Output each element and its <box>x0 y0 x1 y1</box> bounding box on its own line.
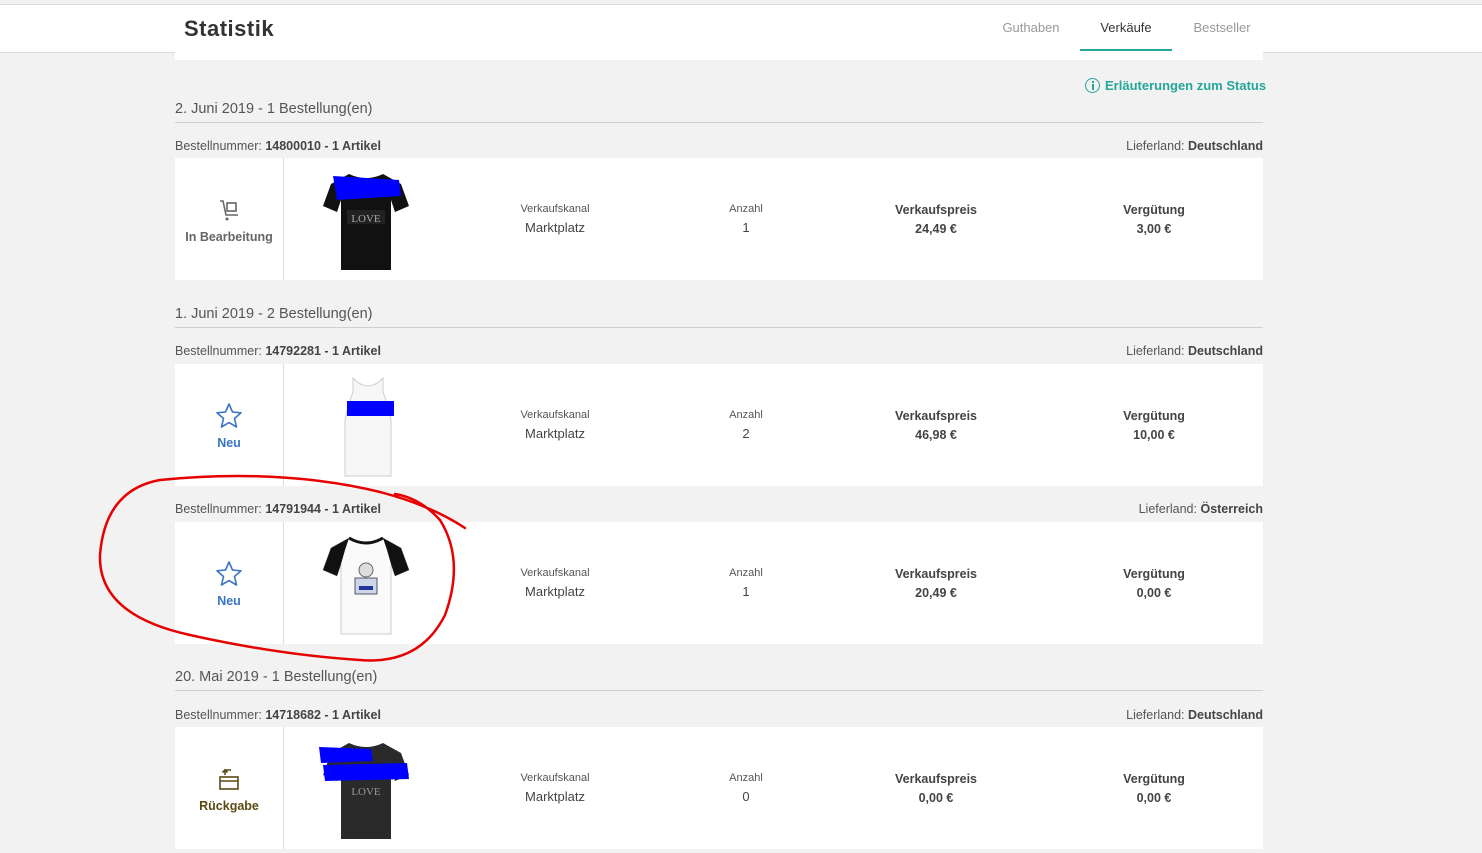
date-heading: 20. Mai 2019 - 1 Bestellung(en) <box>175 669 1263 691</box>
order-meta: Bestellnummer: 14791944 - 1 Artikel Lief… <box>175 502 1263 516</box>
delivery-country: Lieferland: Deutschland <box>1126 344 1263 358</box>
order-card[interactable]: Rückgabe LOVE Verkaufskanal Marktplatz A… <box>175 727 1263 849</box>
status-label: In Bearbeitung <box>185 230 273 244</box>
svg-text:LOVE: LOVE <box>351 213 381 225</box>
order-number: 14800010 - 1 Artikel <box>265 139 381 153</box>
quantity-column: Anzahl 2 <box>666 409 826 441</box>
order-meta: Bestellnummer: 14718682 - 1 Artikel Lief… <box>175 708 1263 722</box>
channel-value: Marktplatz <box>525 584 585 599</box>
channel-column: Verkaufskanal Marktplatz <box>475 567 635 599</box>
status-label: Neu <box>217 594 241 608</box>
page-title: Statistik <box>184 16 275 41</box>
tab-verkaeufe[interactable]: Verkäufe <box>1080 5 1172 51</box>
cart-icon <box>220 200 238 221</box>
tab-bestseller[interactable]: Bestseller <box>1180 5 1264 51</box>
commission-column: Vergütung 3,00 € <box>1074 203 1234 236</box>
channel-column: Verkaufskanal Marktplatz <box>475 409 635 441</box>
order-status: Neu <box>175 522 284 644</box>
star-icon <box>216 561 242 586</box>
quantity-value: 1 <box>742 584 750 599</box>
price-value: 0,00 € <box>918 791 954 805</box>
info-icon <box>1085 78 1100 93</box>
previous-card-edge <box>175 52 1263 60</box>
order-status: Neu <box>175 364 284 486</box>
price-column: Verkaufspreis 20,49 € <box>856 567 1016 600</box>
redaction-mark <box>319 747 373 763</box>
price-column: Verkaufspreis 24,49 € <box>856 203 1016 236</box>
commission-value: 3,00 € <box>1136 222 1172 236</box>
quantity-column: Anzahl 0 <box>666 772 826 804</box>
redaction-mark <box>323 763 409 781</box>
channel-column: Verkaufskanal Marktplatz <box>475 772 635 804</box>
quantity-value: 0 <box>742 789 750 804</box>
commission-value: 0,00 € <box>1136 586 1172 600</box>
status-label: Neu <box>217 436 241 450</box>
order-status: Rückgabe <box>175 727 284 849</box>
product-image-white-tank-top[interactable] <box>311 372 421 480</box>
product-image-black-tshirt[interactable]: LOVE <box>311 166 421 274</box>
order-number-label: Bestellnummer: <box>175 708 262 722</box>
price-value: 46,98 € <box>915 428 957 442</box>
status-explanation-label: Erläuterungen zum Status <box>1105 78 1267 93</box>
order-card[interactable]: Neu Verkaufskanal Marktplatz Anzahl 2 Ve… <box>175 364 1263 486</box>
commission-value: 0,00 € <box>1136 791 1172 805</box>
quantity-value: 1 <box>742 220 750 235</box>
delivery-country: Lieferland: Deutschland <box>1126 708 1263 722</box>
star-icon <box>216 403 242 428</box>
page-header: Statistik Guthaben Verkäufe Bestseller <box>0 4 1482 53</box>
order-number: 14791944 - 1 Artikel <box>265 502 381 516</box>
delivery-country: Lieferland: Österreich <box>1138 502 1263 516</box>
order-meta: Bestellnummer: 14800010 - 1 Artikel Lief… <box>175 139 1263 153</box>
price-value: 24,49 € <box>915 222 957 236</box>
redaction-mark <box>347 401 394 416</box>
commission-column: Vergütung 10,00 € <box>1074 409 1234 442</box>
redaction-mark <box>333 176 401 200</box>
channel-value: Marktplatz <box>525 789 585 804</box>
order-card[interactable]: Neu Verkaufskanal Marktplatz Anzahl 1 Ve… <box>175 522 1263 644</box>
order-meta: Bestellnummer: 14792281 - 1 Artikel Lief… <box>175 344 1263 358</box>
channel-value: Marktplatz <box>525 426 585 441</box>
order-number-label: Bestellnummer: <box>175 139 262 153</box>
order-number: 14718682 - 1 Artikel <box>265 708 381 722</box>
date-heading: 1. Juni 2019 - 2 Bestellung(en) <box>175 306 1263 328</box>
order-number-label: Bestellnummer: <box>175 502 262 516</box>
commission-column: Vergütung 0,00 € <box>1074 772 1234 805</box>
product-image-grey-tshirt[interactable]: LOVE <box>311 735 421 843</box>
price-column: Verkaufspreis 0,00 € <box>856 772 1016 805</box>
order-card[interactable]: In Bearbeitung LOVE Verkaufskanal Marktp… <box>175 158 1263 280</box>
commission-value: 10,00 € <box>1133 428 1175 442</box>
commission-column: Vergütung 0,00 € <box>1074 567 1234 600</box>
return-box-icon <box>219 768 239 790</box>
channel-column: Verkaufskanal Marktplatz <box>475 203 635 235</box>
order-number: 14792281 - 1 Artikel <box>265 344 381 358</box>
quantity-column: Anzahl 1 <box>666 203 826 235</box>
delivery-country: Lieferland: Deutschland <box>1126 139 1263 153</box>
quantity-column: Anzahl 1 <box>666 567 826 599</box>
svg-text:LOVE: LOVE <box>351 786 381 798</box>
tab-guthaben[interactable]: Guthaben <box>990 5 1072 51</box>
status-explanation-link[interactable]: Erläuterungen zum Status <box>1085 78 1266 93</box>
channel-value: Marktplatz <box>525 220 585 235</box>
price-value: 20,49 € <box>915 586 957 600</box>
order-number-label: Bestellnummer: <box>175 344 262 358</box>
quantity-value: 2 <box>742 426 750 441</box>
product-image-baseball-tshirt[interactable] <box>311 530 421 638</box>
status-label: Rückgabe <box>199 799 259 813</box>
price-column: Verkaufspreis 46,98 € <box>856 409 1016 442</box>
date-heading: 2. Juni 2019 - 1 Bestellung(en) <box>175 101 1263 123</box>
order-status: In Bearbeitung <box>175 158 284 280</box>
